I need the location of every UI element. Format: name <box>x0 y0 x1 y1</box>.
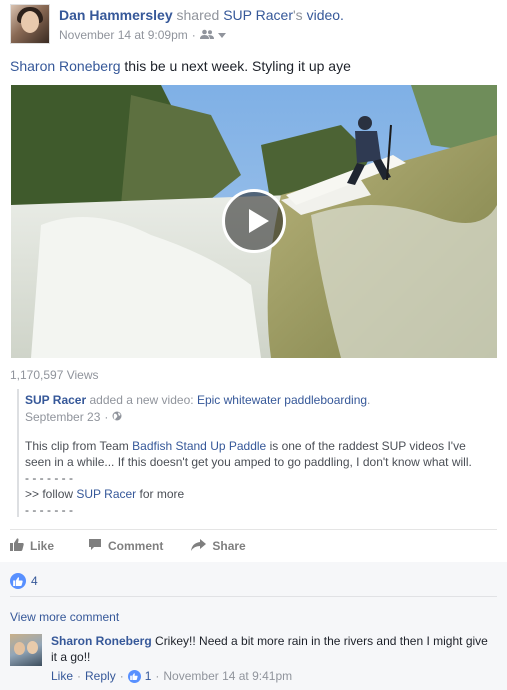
like-button[interactable]: Like <box>10 538 54 554</box>
comment-button[interactable]: Comment <box>88 538 163 554</box>
meta-dot: · <box>119 669 124 683</box>
friends-audience-icon[interactable] <box>199 28 214 42</box>
description-text: This clip from Team <box>25 439 133 453</box>
comment-icon <box>88 538 102 554</box>
post-timestamp[interactable]: November 14 at 9:09pm <box>59 28 188 42</box>
author-name[interactable]: Dan Hammersley <box>59 7 173 23</box>
shared-header: SUP Racer added a new video: Epic whitew… <box>25 393 497 407</box>
author-avatar[interactable] <box>10 4 50 44</box>
comment-timestamp[interactable]: November 14 at 9:41pm <box>163 669 292 683</box>
divider <box>10 596 497 597</box>
meta-dot: · <box>104 410 109 424</box>
video-player[interactable] <box>11 85 497 358</box>
shared-date-row: September 23 · <box>25 410 497 424</box>
chevron-down-icon[interactable] <box>217 28 226 42</box>
shared-page-link[interactable]: SUP Racer <box>223 7 293 23</box>
badfish-link[interactable]: Badfish Stand Up Paddle <box>132 439 266 453</box>
comment-like-icon[interactable] <box>127 669 141 683</box>
play-icon <box>249 209 269 233</box>
description-line: This clip from Team Badfish Stand Up Pad… <box>25 438 497 454</box>
description-text: >> follow <box>25 487 77 501</box>
shared-page-suffix: 's <box>293 7 303 23</box>
shared-description: This clip from Team Badfish Stand Up Pad… <box>25 438 497 518</box>
like-label: Like <box>30 539 55 553</box>
description-separator: - - - - - - - <box>25 471 73 485</box>
post-header-line: Dan Hammersley shared SUP Racer's video. <box>59 7 344 23</box>
comment-like-link[interactable]: Like <box>51 669 73 683</box>
meta-dot: · <box>155 669 160 683</box>
play-button[interactable] <box>222 189 286 253</box>
like-reaction-icon <box>10 573 26 589</box>
description-line: >> follow SUP Racer for more <box>25 486 497 502</box>
shared-date[interactable]: September 23 <box>25 410 100 424</box>
comment-label: Comment <box>108 539 164 553</box>
commenter-name[interactable]: Sharon Roneberg <box>51 634 152 648</box>
reaction-summary[interactable]: 4 <box>10 573 38 589</box>
shared-word: shared <box>176 7 220 23</box>
view-more-comments-link[interactable]: View more comment <box>10 610 119 624</box>
action-bar: Like Comment Share <box>10 535 497 557</box>
meta-dot: · <box>77 669 82 683</box>
description-text: for more <box>136 487 185 501</box>
comment-meta: Like · Reply · 1 · November 14 at 9:41pm <box>51 669 292 683</box>
comment-body: Sharon Roneberg Crikey!! Need a bit more… <box>51 633 491 665</box>
description-line: seen in a while... If this doesn't get y… <box>25 455 472 469</box>
shared-object-link[interactable]: video. <box>307 7 344 23</box>
comment-like-count[interactable]: 1 <box>145 669 152 683</box>
post-text: Sharon Roneberg this be u next week. Sty… <box>10 58 351 74</box>
reaction-count: 4 <box>31 574 38 588</box>
tagged-user-link[interactable]: Sharon Roneberg <box>10 58 121 74</box>
share-label: Share <box>212 539 246 553</box>
post-meta: November 14 at 9:09pm · <box>59 28 226 42</box>
shared-source-link[interactable]: SUP Racer <box>25 393 86 407</box>
share-arrow-icon <box>191 538 207 554</box>
description-text: is one of the raddest SUP videos I've <box>266 439 466 453</box>
globe-icon <box>112 410 122 424</box>
divider <box>10 529 497 530</box>
view-count: 1,170,597 Views <box>10 368 99 382</box>
comment-reply-link[interactable]: Reply <box>85 669 116 683</box>
sup-racer-link[interactable]: SUP Racer <box>76 487 136 501</box>
thumbs-up-icon <box>10 538 24 554</box>
shared-added-text: added a new video: <box>89 393 194 407</box>
shared-video-box: SUP Racer added a new video: Epic whitew… <box>17 389 497 517</box>
shared-video-title-link[interactable]: Epic whitewater paddleboarding <box>197 393 367 407</box>
description-separator: - - - - - - - <box>25 503 73 517</box>
commenter-avatar[interactable] <box>10 634 42 666</box>
post-header: Dan Hammersley shared SUP Racer's video.… <box>10 4 497 44</box>
post-message: this be u next week. Styling it up aye <box>120 58 351 74</box>
share-button[interactable]: Share <box>191 538 246 554</box>
shared-title-suffix: . <box>367 393 371 407</box>
meta-dot: · <box>191 28 196 42</box>
